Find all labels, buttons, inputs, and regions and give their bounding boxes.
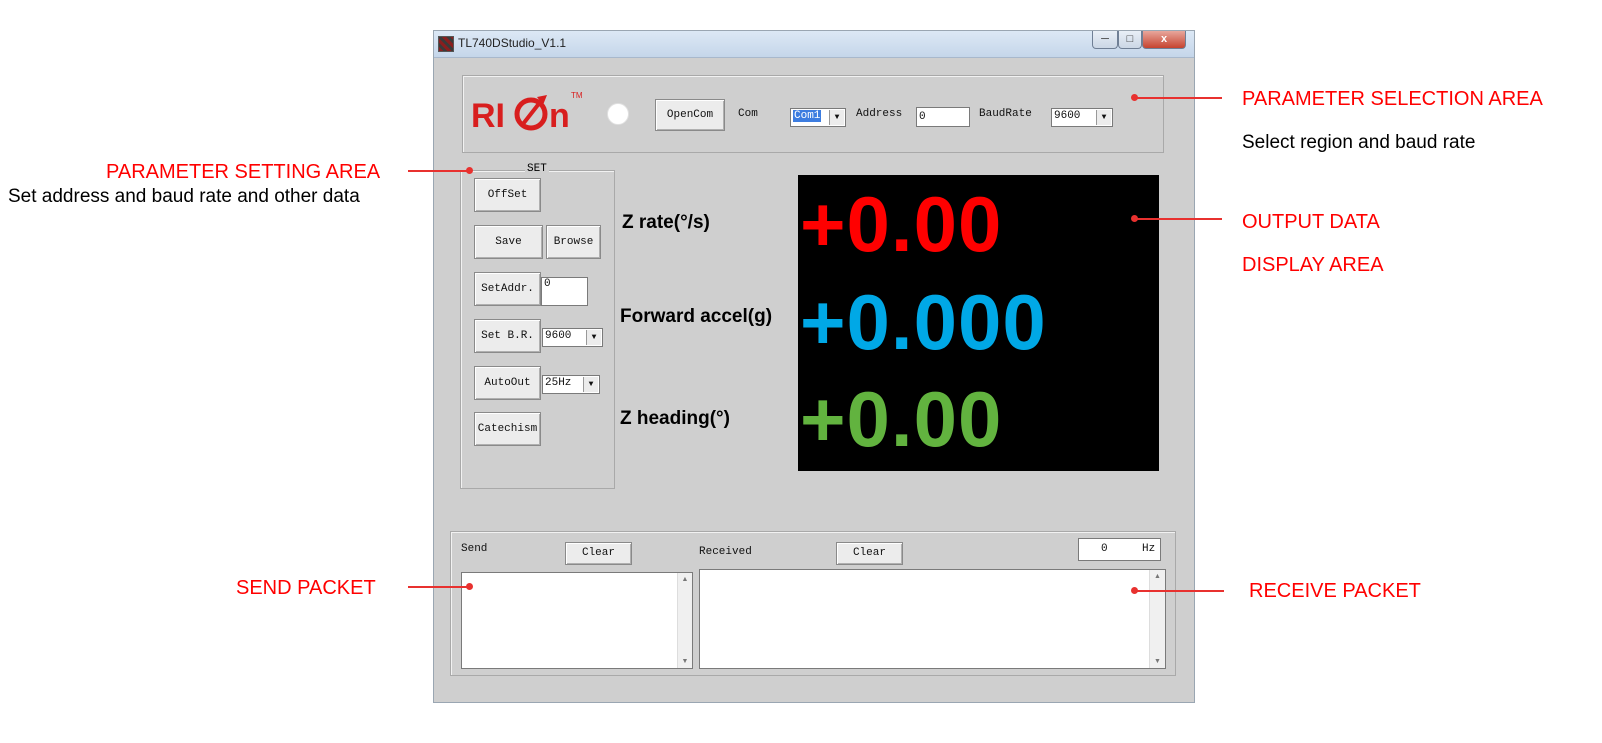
param-selection-description: Select region and baud rate [1242,132,1476,153]
connection-status-indicator [607,103,629,125]
output-pointer-line [1135,218,1222,220]
set-baudrate-button[interactable]: Set B.R. [474,319,541,353]
output-annotation-line1: OUTPUT DATA [1242,211,1380,233]
address-label: Address [856,108,903,120]
chevron-down-icon: ▼ [583,377,598,392]
maximize-button[interactable]: □ [1118,31,1142,49]
com-label: Com [738,108,758,120]
receive-packet-annotation: RECEIVE PACKET [1249,580,1421,602]
trademark-mark: TM [571,91,583,100]
send-packet-pointer-dot [466,583,473,590]
receive-rate-display: 0 Hz [1078,538,1161,561]
param-setting-pointer-dot [466,167,473,174]
scroll-down-icon: ▼ [1154,658,1161,665]
chevron-down-icon: ▼ [586,330,601,345]
svg-text:RI: RI [471,97,505,135]
send-packet-pointer-line [408,586,470,588]
forward-accel-value: +0.000 [800,278,1047,366]
set-group-label: SET [525,163,549,175]
address-input[interactable]: 0 [916,107,970,127]
send-packet-annotation: SEND PACKET [236,577,376,599]
close-icon: x [1160,33,1168,45]
param-setting-description: Set address and baud rate and other data [8,186,360,207]
close-button[interactable]: x [1142,31,1186,49]
offset-button[interactable]: OffSet [474,178,541,212]
param-selection-annotation: PARAMETER SELECTION AREA [1242,88,1543,110]
minimize-button[interactable]: ─ [1092,31,1118,49]
set-address-button[interactable]: SetAddr. [474,272,541,306]
z-rate-value: +0.00 [800,180,1003,268]
autoout-rate-select[interactable]: 25Hz ▼ [542,375,600,394]
send-clear-button[interactable]: Clear [565,542,632,565]
app-window: TL740DStudio_V1.1 ─ □ x RI n TM OpenCom … [433,30,1195,703]
app-icon [438,36,454,52]
set-group: SET OffSet Save Browse SetAddr. 0 Set B.… [460,163,615,489]
maximize-icon: □ [1126,33,1134,45]
open-com-button[interactable]: OpenCom [655,99,725,131]
output-annotation-line2: DISPLAY AREA [1242,254,1384,276]
set-address-input[interactable]: 0 [541,277,588,306]
parameter-selection-panel: RI n TM OpenCom Com Com1 ▼ Address 0 Bau… [462,75,1164,153]
autoout-button[interactable]: AutoOut [474,366,541,400]
receive-rate-value: 0 [1101,543,1108,555]
set-baudrate-select[interactable]: 9600 ▼ [542,328,603,347]
window-title: TL740DStudio_V1.1 [458,36,567,50]
chevron-down-icon: ▼ [1096,110,1111,125]
svg-text:n: n [549,97,570,135]
send-scrollbar[interactable]: ▲ ▼ [677,573,692,668]
browse-button[interactable]: Browse [546,225,601,259]
scroll-down-icon: ▼ [681,658,689,665]
send-textarea[interactable]: ▲ ▼ [461,572,693,669]
save-button[interactable]: Save [474,225,543,259]
chevron-down-icon: ▼ [829,110,844,125]
receive-packet-pointer-line [1135,590,1224,592]
z-heading-label: Z heading(°) [620,408,730,429]
param-selection-pointer-line [1135,97,1222,99]
scroll-up-icon: ▲ [681,576,689,583]
com-select[interactable]: Com1 ▼ [790,108,846,127]
catechism-button[interactable]: Catechism [474,412,541,446]
baudrate-select[interactable]: 9600 ▼ [1051,108,1113,127]
received-scrollbar[interactable]: ▲ ▼ [1149,570,1165,668]
z-heading-value: +0.00 [800,375,1003,463]
baudrate-label: BaudRate [979,108,1032,120]
param-setting-pointer-line [408,170,470,172]
packet-panel: Send Clear Received Clear 0 Hz ▲ ▼ ▲ ▼ [450,531,1176,676]
received-label: Received [699,546,752,558]
output-display: +0.00 +0.000 +0.00 [798,175,1159,471]
z-rate-label: Z rate(°/s) [622,212,710,233]
param-setting-annotation: PARAMETER SETTING AREA [106,161,381,183]
receive-rate-unit: Hz [1142,543,1156,555]
scroll-up-icon: ▲ [1154,573,1161,580]
title-bar[interactable]: TL740DStudio_V1.1 ─ □ x [434,31,1194,58]
forward-accel-label: Forward accel(g) [620,306,773,327]
minimize-icon: ─ [1101,33,1109,45]
received-clear-button[interactable]: Clear [836,542,903,565]
received-textarea[interactable]: ▲ ▼ [699,569,1166,669]
rion-logo: RI n TM [471,91,583,135]
send-label: Send [461,543,488,555]
